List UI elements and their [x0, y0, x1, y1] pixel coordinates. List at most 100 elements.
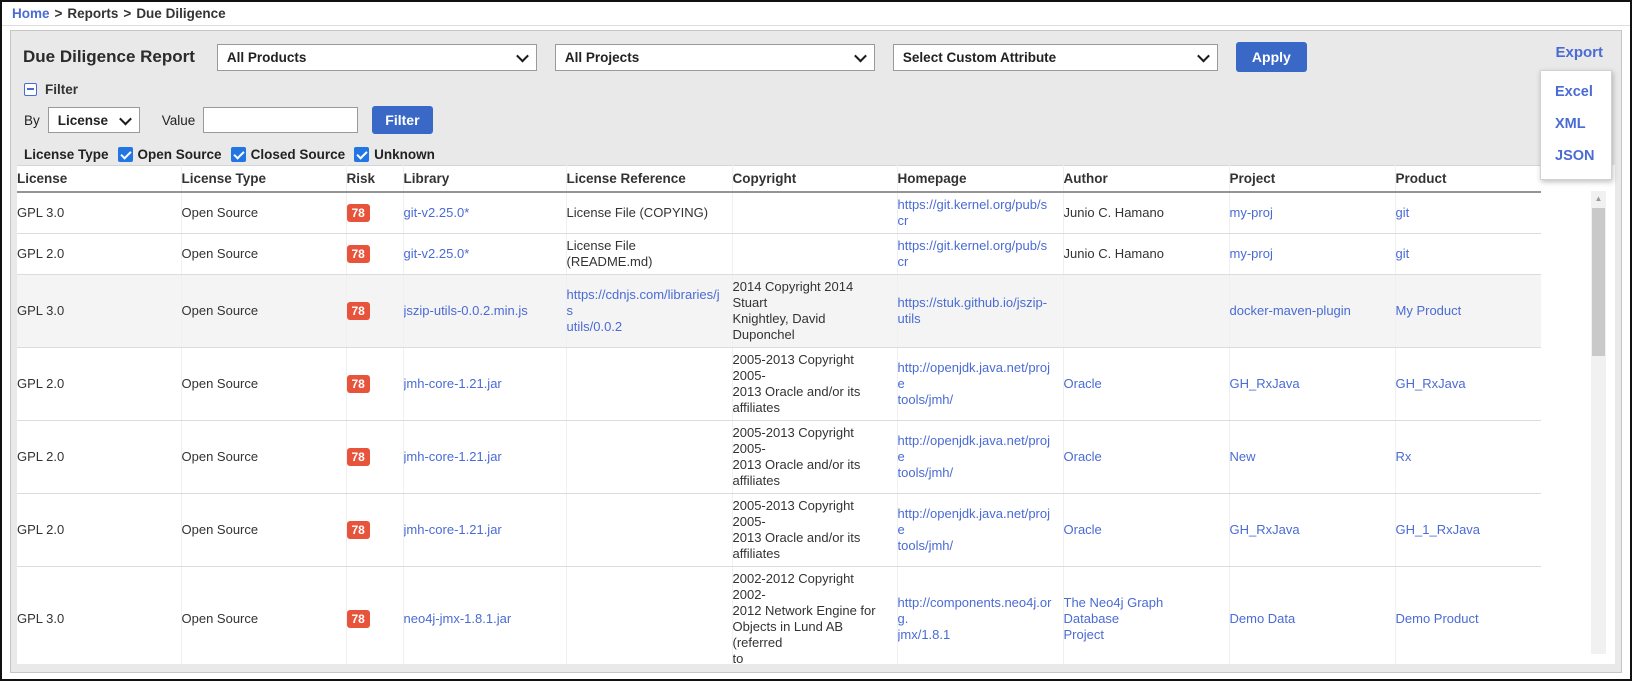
cell-project: my-proj [1229, 234, 1395, 275]
cell-homepage: https://git.kernel.org/pub/scr [897, 234, 1063, 275]
cell-project: GH_RxJava [1229, 494, 1395, 567]
scrollbar-thumb[interactable] [1592, 208, 1605, 356]
closed-source-checkbox-group[interactable]: Closed Source [231, 147, 346, 162]
project-link[interactable]: my-proj [1230, 205, 1273, 220]
unknown-checkbox[interactable] [354, 147, 369, 162]
library-link[interactable]: git-v2.25.0* [404, 205, 470, 220]
open-source-checkbox-group[interactable]: Open Source [118, 147, 222, 162]
project-link[interactable]: docker-maven-plugin [1230, 303, 1351, 318]
cell-license-reference: License File (COPYING) [566, 192, 732, 234]
unknown-checkbox-group[interactable]: Unknown [354, 147, 435, 162]
library-link[interactable]: jmh-core-1.21.jar [404, 376, 502, 391]
cell-license-reference: https://cdnjs.com/libraries/js utils/0.0… [566, 275, 732, 348]
filter-button[interactable]: Filter [372, 106, 432, 134]
license-reference-link[interactable]: https://cdnjs.com/libraries/js utils/0.0… [567, 287, 720, 334]
project-link[interactable]: New [1230, 449, 1256, 464]
project-link[interactable]: GH_RxJava [1230, 376, 1300, 391]
export-menu-item-json[interactable]: JSON [1541, 140, 1611, 172]
cell-project: my-proj [1229, 192, 1395, 234]
open-source-checkbox[interactable] [118, 147, 133, 162]
column-header-product: Product [1395, 166, 1541, 193]
homepage-link[interactable]: http://components.neo4j.org. jmx/1.8.1 [898, 595, 1052, 642]
cell-license-reference [566, 567, 732, 665]
license-type-filter-row: License Type Open Source Closed Source U… [11, 138, 1621, 162]
cell-homepage: https://git.kernel.org/pub/scr [897, 192, 1063, 234]
column-header-license-reference: License Reference [566, 166, 732, 193]
product-link[interactable]: Demo Product [1396, 611, 1479, 626]
filter-value-input[interactable] [203, 107, 358, 133]
cell-copyright [732, 192, 897, 234]
cell-homepage: https://stuk.github.io/jszip- utils [897, 275, 1063, 348]
unknown-label: Unknown [374, 147, 435, 162]
vertical-scrollbar[interactable]: ▲ [1591, 191, 1606, 654]
cell-risk: 78 [346, 234, 403, 275]
filter-section-header: Filter [11, 81, 1621, 97]
library-link[interactable]: git-v2.25.0* [404, 246, 470, 261]
scrollbar-up-arrow-icon[interactable]: ▲ [1591, 191, 1606, 206]
filter-by-select[interactable]: License [48, 107, 140, 133]
breadcrumb-home-link[interactable]: Home [12, 6, 50, 21]
breadcrumb-separator: > [123, 6, 131, 21]
table-row: GPL 2.0Open Source78git-v2.25.0*License … [17, 234, 1541, 275]
homepage-link[interactable]: http://openjdk.java.net/proje tools/jmh/ [898, 360, 1051, 407]
homepage-link[interactable]: https://git.kernel.org/pub/scr [898, 238, 1048, 269]
risk-badge: 78 [347, 302, 370, 320]
table-row: GPL 3.0Open Source78jszip-utils-0.0.2.mi… [17, 275, 1541, 348]
cell-risk: 78 [346, 348, 403, 421]
collapse-icon[interactable] [24, 83, 37, 96]
project-link[interactable]: GH_RxJava [1230, 522, 1300, 537]
table-row: GPL 2.0Open Source78jmh-core-1.21.jar200… [17, 421, 1541, 494]
cell-library: jmh-core-1.21.jar [403, 421, 566, 494]
export-menu-item-xml[interactable]: XML [1541, 108, 1611, 140]
homepage-link[interactable]: https://stuk.github.io/jszip- utils [898, 295, 1048, 326]
table-area: LicenseLicense TypeRiskLibraryLicense Re… [17, 165, 1615, 664]
cell-copyright: 2005-2013 Copyright 2005- 2013 Oracle an… [732, 348, 897, 421]
cell-license-reference [566, 421, 732, 494]
cell-license-type: Open Source [181, 275, 346, 348]
projects-select[interactable]: All Projects [555, 44, 875, 71]
cell-homepage: http://openjdk.java.net/proje tools/jmh/ [897, 421, 1063, 494]
library-link[interactable]: neo4j-jmx-1.8.1.jar [404, 611, 512, 626]
cell-license-type: Open Source [181, 567, 346, 665]
product-link[interactable]: My Product [1396, 303, 1462, 318]
license-type-label: License Type [24, 147, 109, 162]
author-link[interactable]: Oracle [1064, 522, 1102, 537]
homepage-link[interactable]: http://openjdk.java.net/proje tools/jmh/ [898, 433, 1051, 480]
library-link[interactable]: jmh-core-1.21.jar [404, 449, 502, 464]
risk-badge: 78 [347, 521, 370, 539]
cell-author: Junio C. Hamano [1063, 234, 1229, 275]
project-link[interactable]: Demo Data [1230, 611, 1296, 626]
cell-author: Oracle [1063, 421, 1229, 494]
cell-project: Demo Data [1229, 567, 1395, 665]
homepage-link[interactable]: http://openjdk.java.net/proje tools/jmh/ [898, 506, 1051, 553]
product-link[interactable]: git [1396, 246, 1410, 261]
closed-source-checkbox[interactable] [231, 147, 246, 162]
cell-product: My Product [1395, 275, 1541, 348]
filter-section-label: Filter [45, 82, 78, 97]
library-link[interactable]: jszip-utils-0.0.2.min.js [404, 303, 528, 318]
apply-button[interactable]: Apply [1236, 42, 1307, 72]
cell-homepage: http://components.neo4j.org. jmx/1.8.1 [897, 567, 1063, 665]
filter-row: By License Value Filter [11, 97, 1621, 138]
cell-license: GPL 2.0 [17, 348, 181, 421]
products-select[interactable]: All Products [217, 44, 537, 71]
library-link[interactable]: jmh-core-1.21.jar [404, 522, 502, 537]
export-link[interactable]: Export [1555, 44, 1603, 61]
custom-attribute-select[interactable]: Select Custom Attribute [893, 44, 1218, 71]
projects-select-value: All Projects [565, 50, 639, 65]
product-link[interactable]: git [1396, 205, 1410, 220]
author-link[interactable]: Oracle [1064, 376, 1102, 391]
export-menu: Excel XML JSON [1540, 70, 1612, 180]
due-diligence-table: LicenseLicense TypeRiskLibraryLicense Re… [17, 165, 1541, 664]
cell-product: Rx [1395, 421, 1541, 494]
product-link[interactable]: Rx [1396, 449, 1412, 464]
export-menu-item-excel[interactable]: Excel [1541, 76, 1611, 108]
product-link[interactable]: GH_1_RxJava [1396, 522, 1481, 537]
homepage-link[interactable]: https://git.kernel.org/pub/scr [898, 197, 1048, 228]
author-link[interactable]: The Neo4j Graph Database Project [1064, 595, 1164, 642]
author-link[interactable]: Oracle [1064, 449, 1102, 464]
closed-source-label: Closed Source [251, 147, 346, 162]
project-link[interactable]: my-proj [1230, 246, 1273, 261]
product-link[interactable]: GH_RxJava [1396, 376, 1466, 391]
cell-homepage: http://openjdk.java.net/proje tools/jmh/ [897, 348, 1063, 421]
